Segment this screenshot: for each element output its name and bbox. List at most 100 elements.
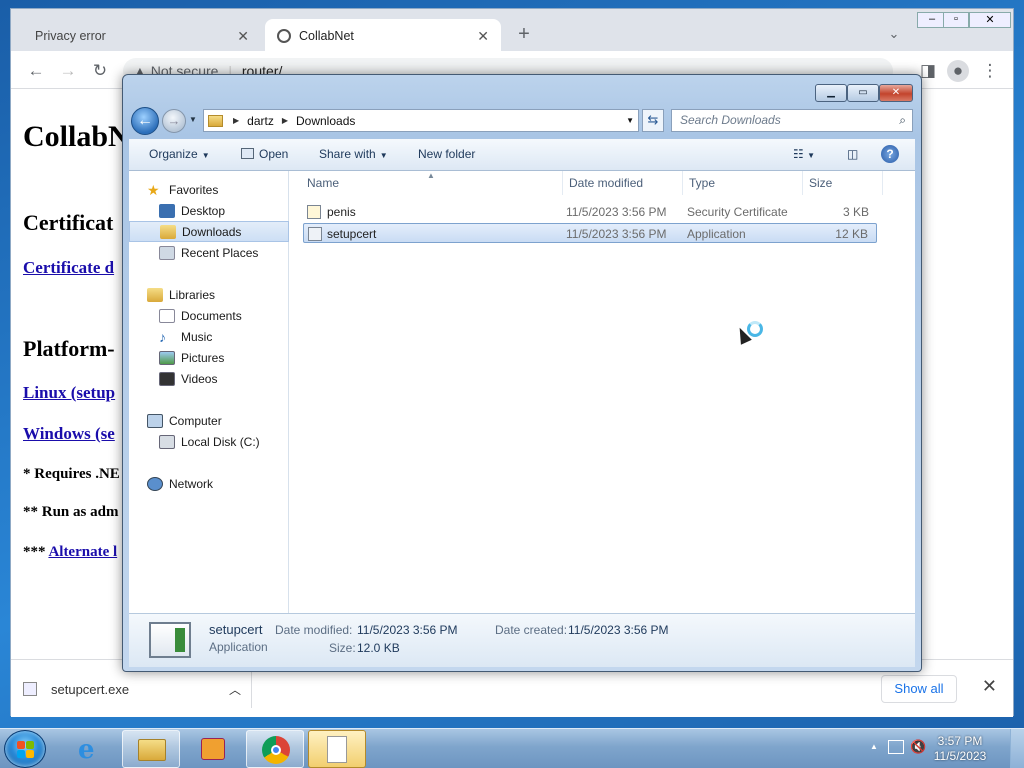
sidebar-item-music[interactable]: ♪ Music [129,326,289,347]
windows-link[interactable]: Windows (se [23,424,115,444]
download-filename: setupcert.exe [51,681,130,697]
details-pane: setupcert Application Date modified: 11/… [129,613,915,667]
preview-pane-icon[interactable]: ◫ [847,147,858,161]
breadcrumb-dartz[interactable]: dartz [247,114,274,128]
tab-search-chevron-icon[interactable]: ⌄ [883,23,905,45]
show-desktop-button[interactable] [1010,729,1024,768]
recent-places-icon [159,245,175,260]
film-icon [159,371,175,386]
refresh-icon[interactable]: ⇆ [642,109,664,132]
back-arrow-icon[interactable]: ← [25,60,47,82]
column-header-date-modified[interactable]: Date modified [563,171,683,195]
file-type: Security Certificate [687,205,788,219]
file-name: penis [327,205,356,219]
organize-button[interactable]: Organize ▼ [149,147,210,161]
breadcrumb-arrow-icon[interactable]: ▶ [233,116,239,125]
network-status-icon[interactable] [888,740,904,754]
sidebar-item-label: Network [169,476,214,491]
sidebar-item-favorites[interactable]: ★ Favorites [129,179,289,200]
show-hidden-icons-chevron-icon[interactable]: ▲ [870,742,878,751]
share-with-button[interactable]: Share with ▼ [319,147,388,161]
details-file-type: Application [209,640,268,654]
forward-arrow-icon[interactable]: → [162,109,186,133]
media-player-taskbar-button[interactable] [184,730,242,768]
details-date-created-label: Date created: [495,623,568,637]
note-dotnet: * Requires .NE [23,466,120,482]
blank-app-taskbar-button[interactable] [308,730,366,768]
new-tab-button[interactable]: + [513,23,535,45]
help-icon[interactable]: ? [881,145,899,163]
sidebar-item-label: Videos [181,371,218,386]
command-bar: Organize ▼ Open Share with ▼ New folder ☷ … [129,139,915,171]
column-header-type[interactable]: Type [683,171,803,195]
sidebar-item-desktop[interactable]: Desktop [129,200,289,221]
column-header-size[interactable]: Size [803,171,883,195]
breadcrumb-downloads[interactable]: Downloads [296,114,355,128]
share-with-label: Share with [319,147,376,161]
open-button[interactable]: Open [241,147,288,161]
linux-link[interactable]: Linux (setup [23,383,115,403]
sidebar-item-downloads[interactable]: Downloads [129,221,289,242]
sidebar-item-recent-places[interactable]: Recent Places [129,242,289,263]
folder-icon [138,739,166,761]
new-folder-button[interactable]: New folder [418,147,475,161]
file-size: 12 KB [835,227,868,241]
show-all-button[interactable]: Show all [881,675,957,703]
clock[interactable]: 3:57 PM 11/5/2023 [920,734,1000,764]
note-alternate: *** Alternate l [23,544,117,561]
recent-pages-chevron-icon[interactable]: ▼ [189,115,197,124]
close-button[interactable]: ✕ [879,84,913,102]
close-tab-icon[interactable]: ✕ [477,28,489,45]
sidebar-item-local-disk[interactable]: Local Disk (C:) [129,431,289,452]
details-date-created: 11/5/2023 3:56 PM [568,623,669,637]
download-item[interactable]: setupcert.exe ︿ [23,674,249,704]
sidebar-item-label: Favorites [169,182,219,197]
menu-kebab-icon[interactable]: ⋮ [979,60,1001,82]
sidebar-item-label: Downloads [182,224,242,239]
tab-privacy-error[interactable]: Privacy error ✕ [21,19,261,53]
explorer-taskbar-button[interactable] [122,730,180,768]
sidebar-item-label: Recent Places [181,245,259,260]
sidebar-item-label: Libraries [169,287,216,302]
cert-heading: Certificat [23,210,114,235]
change-view-icon[interactable]: ☷ ▼ [793,147,815,161]
chrome-close-button[interactable]: ✕ [969,12,1011,28]
start-button[interactable] [4,730,46,768]
minimize-button[interactable]: ▁ [815,84,847,102]
maximize-button[interactable]: ▭ [847,84,879,102]
sidebar-item-libraries[interactable]: Libraries [129,284,289,305]
search-icon[interactable]: ⌕ [899,110,906,131]
search-input[interactable]: Search Downloads ⌕ [671,109,913,132]
sidebar-item-computer[interactable]: Computer [129,410,289,431]
close-shelf-icon[interactable]: ✕ [982,676,997,697]
address-bar[interactable]: ▶ dartz ▶ Downloads ▼ [203,109,639,132]
chevron-down-icon[interactable]: ▼ [626,116,634,125]
cert-link[interactable]: Certificate d [23,258,114,278]
sidebar-item-videos[interactable]: Videos [129,368,289,389]
chevron-up-icon[interactable]: ︿ [229,681,241,698]
windows-logo-icon [17,741,35,759]
reload-icon[interactable]: ↻ [89,60,111,82]
file-row-penis[interactable]: penis 11/5/2023 3:56 PM Security Certifi… [303,202,877,222]
platform-heading: Platform- [23,336,115,361]
back-arrow-icon[interactable]: ← [131,107,159,135]
document-icon [327,736,347,763]
details-date-modified-label: Date modified: [275,623,353,637]
profile-avatar[interactable]: ● [947,60,969,82]
forward-arrow-icon[interactable]: → [57,60,79,82]
sidebar-item-network[interactable]: Network [129,473,289,494]
sidebar-item-pictures[interactable]: Pictures [129,347,289,368]
file-list: Name ▲ Date modified Type Size penis 11/… [289,171,915,613]
note-prefix: *** [23,544,46,560]
internet-explorer-taskbar-button[interactable]: e [62,730,120,768]
chrome-taskbar-button[interactable] [246,730,304,768]
documents-icon [159,308,175,323]
close-tab-icon[interactable]: ✕ [237,28,249,45]
alternate-link[interactable]: Alternate l [48,544,117,560]
folder-icon [208,114,223,127]
breadcrumb-arrow-icon[interactable]: ▶ [282,116,288,125]
chrome-maximize-button[interactable]: ▫ [943,12,969,28]
tab-collabnet[interactable]: CollabNet ✕ [265,19,501,53]
sidebar-item-documents[interactable]: Documents [129,305,289,326]
file-row-setupcert[interactable]: setupcert 11/5/2023 3:56 PM Application … [303,223,877,243]
